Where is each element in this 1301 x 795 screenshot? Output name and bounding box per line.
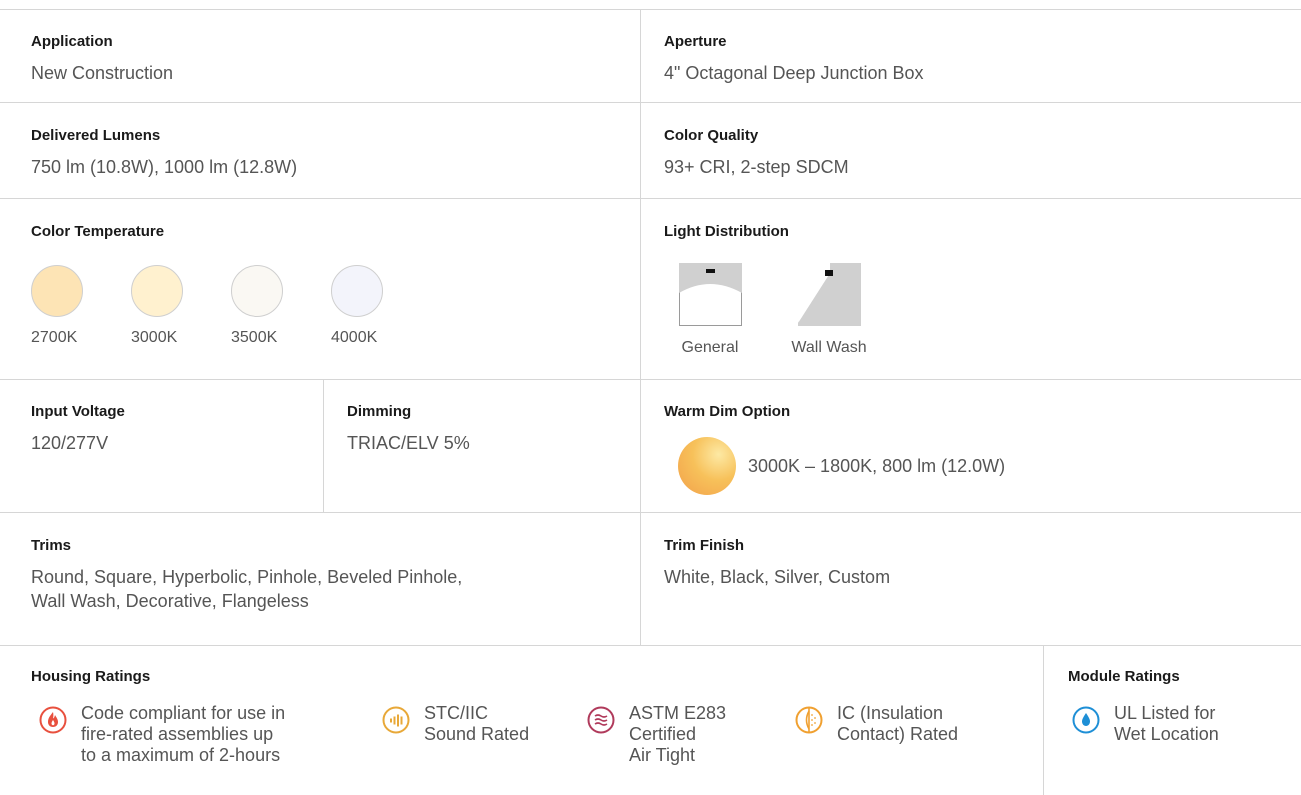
distribution-wall-wash: Wall Wash	[787, 263, 871, 358]
module-ratings-section: Module Ratings	[1068, 668, 1180, 686]
divider	[640, 9, 641, 645]
spec-value: TRIAC/ELV 5%	[347, 433, 470, 453]
distribution-label: Wall Wash	[791, 339, 867, 356]
rating-text: Code compliant for use in fire-rated ass…	[81, 703, 285, 766]
rating-text-line: Sound Rated	[424, 724, 530, 744]
spec-label: Application	[31, 33, 113, 50]
spec-label: Aperture	[664, 33, 727, 50]
spec-label: Delivered Lumens	[31, 127, 161, 144]
trims-spec: Trims Round, Square, Hyperbolic, Pinhole…	[31, 537, 462, 613]
distribution-label: General	[681, 339, 739, 356]
rating-text-line: to a maximum of 2-hours	[81, 745, 281, 765]
rating-fire: Code compliant for use in fire-rated ass…	[39, 703, 285, 766]
application-spec: Application New Construction	[31, 33, 173, 85]
rating-text-line: Code compliant for use in	[81, 703, 286, 723]
divider	[323, 380, 324, 512]
section-label: Module Ratings	[1068, 668, 1180, 685]
spec-value: 750 lm (10.8W), 1000 lm (12.8W)	[31, 157, 298, 177]
swatch-3000k: 3000K	[131, 265, 231, 348]
spec-label: Color Quality	[664, 127, 759, 144]
spec-label: Trims	[31, 537, 72, 554]
divider	[0, 645, 1301, 646]
color-swatch-dot	[331, 265, 383, 317]
swatch-label: 3500K	[231, 329, 278, 346]
dimming-spec: Dimming TRIAC/ELV 5%	[347, 403, 470, 455]
aperture-spec: Aperture 4" Octagonal Deep Junction Box	[664, 33, 924, 85]
spec-sheet: Application New Construction Aperture 4"…	[0, 0, 1301, 795]
distribution-general: General	[674, 263, 746, 358]
spec-label: Input Voltage	[31, 403, 125, 420]
spec-value-line: Round, Square, Hyperbolic, Pinhole, Beve…	[31, 567, 463, 587]
swatch-2700k: 2700K	[31, 265, 131, 348]
water-drop-icon	[1072, 706, 1100, 734]
rating-text: ASTM E283 Certified Air Tight	[629, 703, 726, 766]
rating-sound: STC/IIC Sound Rated	[382, 703, 529, 745]
rating-text-line: fire-rated assemblies up	[81, 724, 274, 744]
spec-value: Round, Square, Hyperbolic, Pinhole, Beve…	[31, 565, 462, 613]
warm-dim-value: 3000K – 1800K, 800 lm (12.0W)	[748, 456, 1006, 476]
divider	[1043, 646, 1044, 795]
spec-value: 120/277V	[31, 433, 109, 453]
divider	[0, 512, 1301, 513]
color-quality-spec: Color Quality 93+ CRI, 2-step SDCM	[664, 127, 849, 179]
spec-label: Dimming	[347, 403, 412, 420]
rating-text-line: Contact) Rated	[837, 724, 959, 744]
divider	[0, 9, 1301, 10]
swatch-label: 2700K	[31, 329, 78, 346]
rating-text-line: IC (Insulation	[837, 703, 944, 723]
rating-text-line: UL Listed for	[1114, 703, 1216, 723]
rating-wet-location: UL Listed for Wet Location	[1072, 703, 1219, 745]
spec-value: White, Black, Silver, Custom	[664, 567, 891, 587]
color-swatch-dot	[31, 265, 83, 317]
input-voltage-spec: Input Voltage 120/277V	[31, 403, 125, 455]
rating-text-line: Certified	[629, 724, 697, 744]
color-swatch-dot	[131, 265, 183, 317]
spec-value: 93+ CRI, 2-step SDCM	[664, 157, 849, 177]
section-label: Housing Ratings	[31, 668, 151, 685]
light-distribution-spec: Light Distribution	[664, 223, 789, 241]
rating-text: IC (Insulation Contact) Rated	[837, 703, 958, 745]
rating-insulation-contact: IC (Insulation Contact) Rated	[795, 703, 958, 745]
divider	[0, 102, 1301, 103]
housing-ratings-section: Housing Ratings	[31, 668, 150, 686]
color-temperature-spec: Color Temperature	[31, 223, 164, 241]
spec-value-line: Wall Wash, Decorative, Flangeless	[31, 591, 309, 611]
spec-label: Trim Finish	[664, 537, 745, 554]
rating-text: UL Listed for Wet Location	[1114, 703, 1219, 745]
trim-finish-spec: Trim Finish White, Black, Silver, Custom	[664, 537, 890, 589]
rating-air-tight: ASTM E283 Certified Air Tight	[587, 703, 726, 766]
rating-text-line: Air Tight	[629, 745, 696, 765]
fire-icon	[39, 706, 67, 734]
rating-text: STC/IIC Sound Rated	[424, 703, 529, 745]
warm-dim-spec: Warm Dim Option	[664, 403, 790, 421]
spec-value: 4" Octagonal Deep Junction Box	[664, 63, 924, 83]
swatch-3500k: 3500K	[231, 265, 331, 348]
sound-icon	[382, 706, 410, 734]
spec-label: Light Distribution	[664, 223, 789, 240]
air-tight-icon	[587, 706, 615, 734]
swatch-4000k: 4000K	[331, 265, 431, 348]
divider	[0, 198, 1301, 199]
rating-text-line: ASTM E283	[629, 703, 727, 723]
spec-label: Color Temperature	[31, 223, 165, 240]
wall-wash-distribution-icon	[797, 263, 861, 326]
swatch-label: 3000K	[131, 329, 178, 346]
delivered-lumens-spec: Delivered Lumens 750 lm (10.8W), 1000 lm…	[31, 127, 297, 179]
warm-dim-swatch	[678, 437, 736, 495]
spec-label: Warm Dim Option	[664, 403, 791, 420]
insulation-icon	[795, 706, 823, 734]
color-swatch-dot	[231, 265, 283, 317]
spec-value: New Construction	[31, 63, 174, 83]
rating-text-line: STC/IIC	[424, 703, 489, 723]
swatch-label: 4000K	[331, 329, 378, 346]
general-distribution-icon	[678, 263, 742, 326]
color-temperature-swatches: 2700K 3000K 3500K 4000K	[31, 265, 431, 348]
divider	[0, 379, 1301, 380]
rating-text-line: Wet Location	[1114, 724, 1219, 744]
